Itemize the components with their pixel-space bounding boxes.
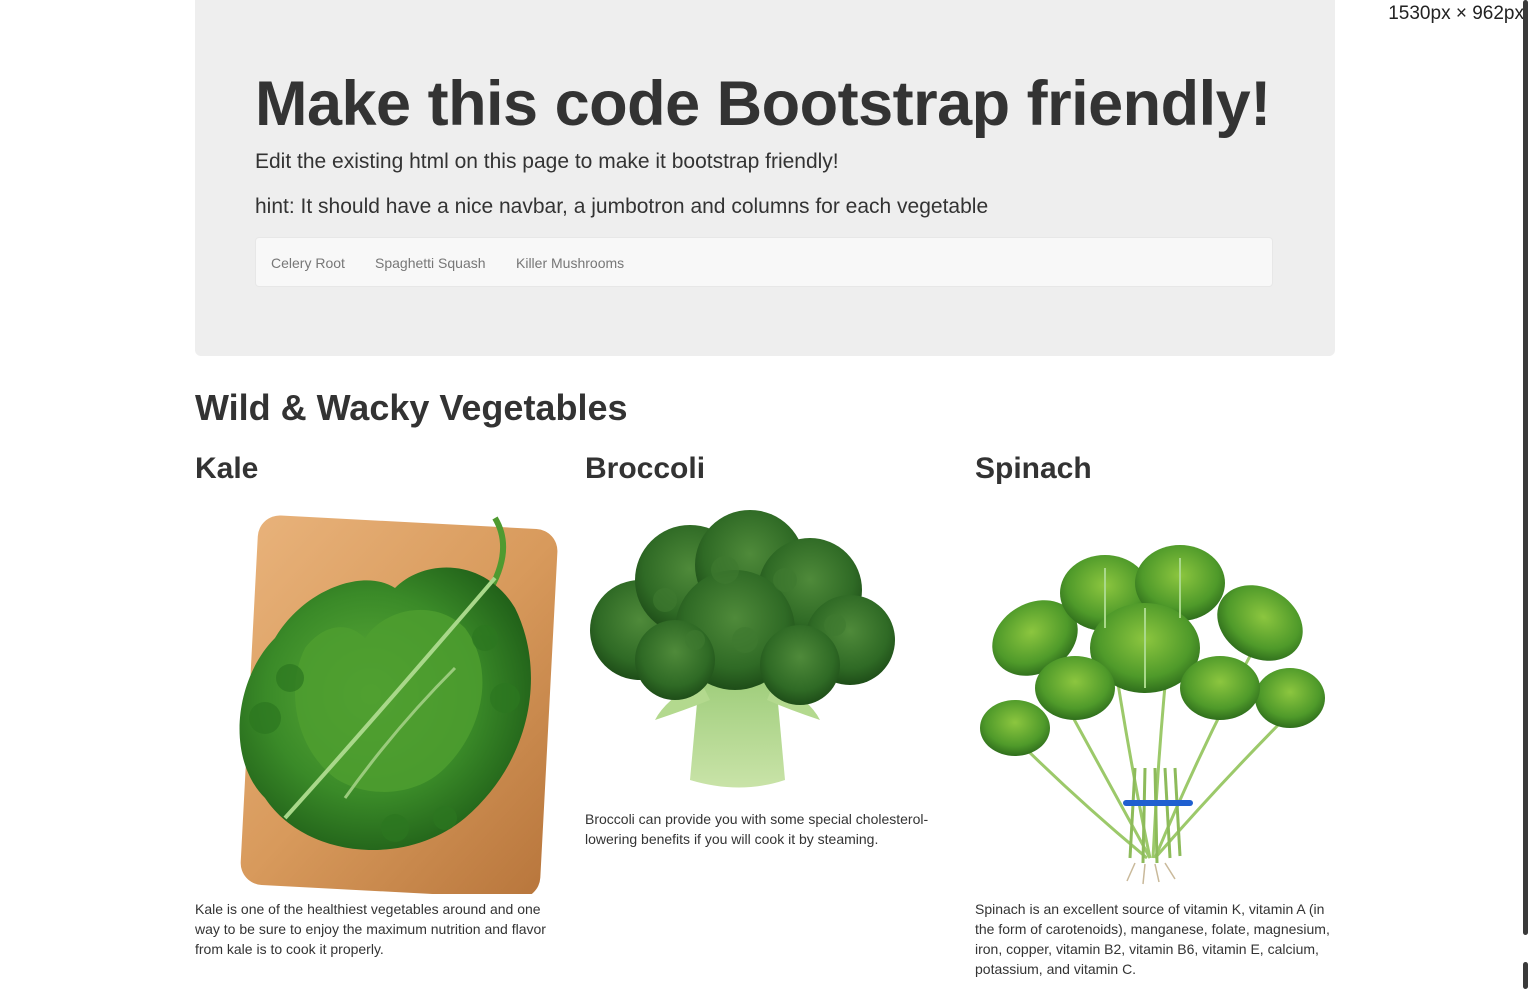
- kale-image: [195, 498, 570, 894]
- vegetable-name: Kale: [195, 452, 259, 485]
- section-title: Wild & Wacky Vegetables: [195, 387, 628, 428]
- vegetable-column-spinach: Spinach Spinach is an excellent source o…: [975, 452, 1335, 977]
- vegetable-column-broccoli: Broccoli Broccoli can provide you with s…: [585, 452, 945, 847]
- nav-link-killer-mushrooms[interactable]: Killer Mushrooms: [516, 255, 624, 271]
- vegetable-description: Kale is one of the healthiest vegetables…: [195, 901, 546, 957]
- vegetable-name: Broccoli: [585, 452, 706, 485]
- spinach-image: [980, 545, 1325, 885]
- scrollbar-end: [1523, 962, 1528, 989]
- jumbotron: Make this code Bootstrap friendly! Edit …: [195, 0, 1335, 356]
- scrollbar-thumb[interactable]: [1523, 0, 1528, 935]
- lead-text: Edit the existing html on this page to m…: [255, 150, 839, 173]
- vegetable-description: Spinach is an excellent source of vitami…: [975, 901, 1330, 977]
- nav-link-spaghetti-squash[interactable]: Spaghetti Squash: [375, 255, 486, 271]
- hint-text: hint: It should have a nice navbar, a ju…: [255, 195, 989, 218]
- vegetable-column-kale: Kale Kale is one of the healthiest veget…: [195, 452, 570, 957]
- nav-link-celery-root[interactable]: Celery Root: [271, 255, 345, 271]
- vegetable-description: Broccoli can provide you with some speci…: [585, 811, 929, 847]
- vegetable-name: Spinach: [975, 452, 1092, 485]
- viewport-size-readout: 1530px × 962px: [1388, 3, 1524, 24]
- navbar: Celery Root Spaghetti Squash Killer Mush…: [255, 237, 1273, 287]
- broccoli-image: [590, 510, 895, 788]
- page-scrollbar[interactable]: [1520, 0, 1530, 989]
- page-title: Make this code Bootstrap friendly!: [255, 69, 1271, 139]
